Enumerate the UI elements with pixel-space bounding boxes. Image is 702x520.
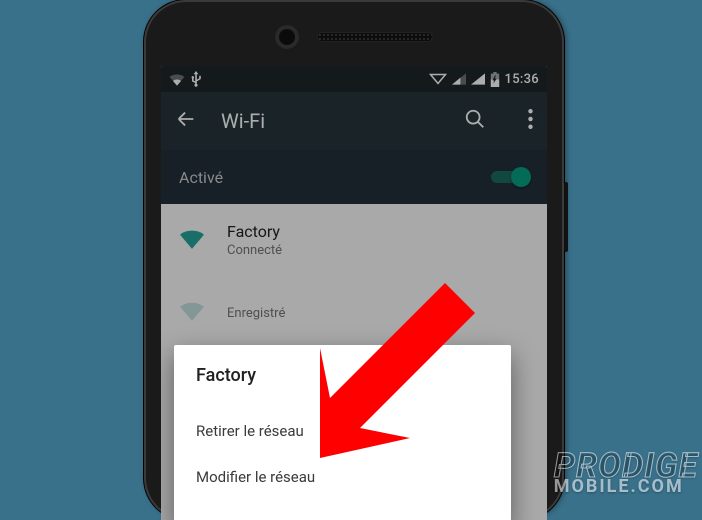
wifi-toggle[interactable] [491,167,529,187]
more-icon[interactable] [528,109,533,133]
watermark-line2: MOBILE.COM [554,479,698,496]
signal-icon [452,73,466,85]
search-icon[interactable] [464,108,486,134]
signal-icon-2 [471,73,485,85]
wifi-status-icon [169,72,185,86]
page-title: Wi-Fi [221,109,440,133]
wifi-enable-label: Activé [179,168,223,187]
wifi-enable-row[interactable]: Activé [161,150,547,204]
earpiece-speaker [317,32,433,42]
dropdown-status-icon [429,73,447,85]
watermark: PRODIGE MOBILE.COM [554,451,698,496]
back-icon[interactable] [175,108,197,134]
dialog-item-modify[interactable]: Modifier le réseau [196,454,489,500]
usb-icon [191,71,201,87]
battery-icon [490,72,500,87]
screen: 15:36 Wi-Fi Activé [161,66,547,520]
status-clock: 15:36 [505,72,539,87]
wifi-signal-icon [179,227,205,253]
wifi-network-status: Connecté [227,243,282,258]
network-context-dialog: Factory Retirer le réseau Modifier le ré… [174,345,511,520]
phone-frame: 15:36 Wi-Fi Activé [144,0,564,520]
wifi-network-item[interactable]: Enregistré [161,276,547,348]
dialog-title: Factory [196,365,489,386]
wifi-network-item[interactable]: Factory Connecté [161,204,547,276]
app-bar: Wi-Fi [161,92,547,150]
dialog-item-forget[interactable]: Retirer le réseau [196,408,489,454]
status-bar: 15:36 [161,66,547,92]
wifi-network-status: Enregistré [227,306,285,321]
wifi-signal-icon [179,299,205,325]
wifi-network-name: Factory [227,222,282,241]
front-camera [275,25,299,49]
phone-side-button [564,182,568,252]
